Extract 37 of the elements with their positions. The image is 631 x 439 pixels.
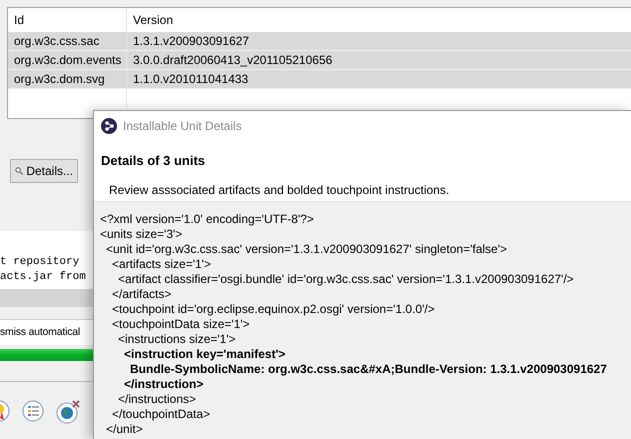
details-button[interactable]: Details... (10, 159, 78, 183)
table-cell-text: org.w3c.dom.svg (14, 71, 105, 88)
table-cell: 1.3.1.v200903091627 (133, 34, 250, 48)
xml-line: <units size='3'> (100, 227, 182, 242)
xml-line: <unit id='org.w3c.css.sac' version='1.3.1.v200903091627' singleton='false'> (106, 242, 508, 257)
xml-line: <instructions size='1'> (118, 332, 236, 347)
dialog-description: Review asssociated artifacts and bolded touchpoint instructions. (109, 182, 450, 198)
table-cell: 3.0.0.draft20060413_v201105210656 (133, 53, 332, 67)
table-cell: 1.1.0.v201011041433 (133, 72, 248, 86)
column-header[interactable]: Id (14, 11, 24, 29)
search-icon (15, 165, 24, 177)
xml-line: <?xml version='1.0' encoding='UTF-8'?> (100, 212, 314, 227)
list-icon[interactable] (22, 400, 44, 422)
table-row[interactable]: org.w3c.css.sac 1.3.1.v200903091627 (8, 32, 631, 51)
xml-line: <touchpointData size='1'> (112, 317, 250, 332)
xml-line: Bundle-SymbolicName: org.w3c.css.sac&#xA;Bundle-Version: 1.3.1.v200903091627 (130, 362, 607, 377)
xml-line: </instruction> (124, 377, 204, 392)
xml-line: </artifacts> (112, 287, 172, 302)
xml-line: <artifacts size='1'> (112, 257, 211, 272)
table-cell-text: org.w3c.css.sac (14, 33, 100, 50)
console-line: acts.jar from (0, 270, 86, 285)
dismiss-label: smiss automatical (0, 324, 80, 340)
xml-line: </unit> (106, 422, 143, 437)
xml-line: <touchpoint id='org.eclipse.equinox.p2.osgi' version='1.0.0'/> (112, 302, 435, 317)
console-line: t repository (0, 255, 80, 270)
dialog-heading: Details of 3 units (101, 152, 206, 170)
table-row[interactable]: org.w3c.dom.events 3.0.0.draft20060413_v201105210656 (8, 51, 631, 70)
xml-line: </touchpointData> (112, 407, 210, 422)
xml-line: </instructions> (118, 392, 196, 407)
column-header[interactable]: Version (133, 13, 174, 27)
app-icon (101, 118, 117, 134)
xml-line: <artifact classifier='osgi.bundle' id='org.w3c.css.sac' version='1.3.1.v200903091627'/> (118, 272, 574, 287)
globe-icon[interactable] (56, 400, 80, 424)
xml-line: <instruction key='manifest'> (124, 347, 286, 362)
table-cell-text: org.w3c.dom.events (14, 52, 122, 69)
table-row[interactable]: org.w3c.dom.svg 1.1.0.v201011041433 (8, 70, 631, 89)
dialog-title: Installable Unit Details (123, 118, 242, 135)
